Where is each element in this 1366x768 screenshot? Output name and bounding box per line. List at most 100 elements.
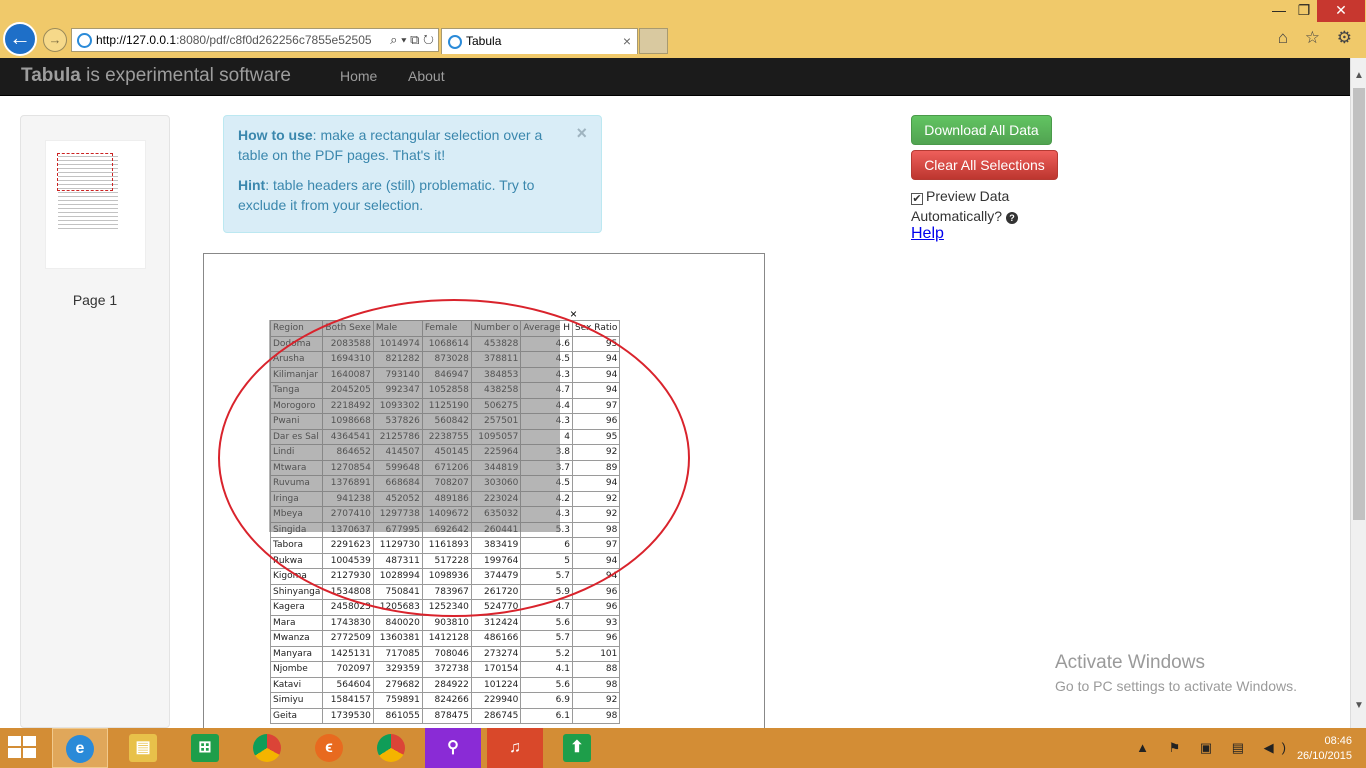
back-arrow-icon[interactable]: ← — [3, 22, 37, 56]
table-cell: 1014974 — [372, 335, 423, 352]
restore-button[interactable]: ❐ — [1292, 0, 1316, 22]
tab-close-icon[interactable]: × — [623, 29, 631, 54]
table-cell: Singida — [269, 521, 324, 538]
table-cell: 2772509 — [322, 630, 374, 647]
table-cell: 5.3 — [520, 521, 573, 538]
table-cell: 992347 — [372, 382, 423, 399]
clock[interactable]: 08:46 26/10/2015 — [1297, 734, 1352, 764]
table-row: Lindi 864652 414507 450145 225964 3.8 92 — [269, 444, 621, 461]
table-cell: 261720 — [470, 583, 522, 600]
address-bar[interactable]: http://127.0.0.1:8080/pdf/c8f0d262256c78… — [71, 28, 439, 52]
table-row: Shinyanga 1534808 750841 783967 261720 5.9 96 — [269, 583, 621, 600]
table-cell: 378811 — [470, 351, 522, 368]
table-row: Singida 1370637 677995 692642 260441 5.3 98 — [269, 521, 621, 538]
pdf-page[interactable]: Region Both Sexe Male Female Number o Average… — [203, 253, 765, 733]
nav-home-link[interactable]: Home — [340, 68, 377, 84]
preview-data-option[interactable]: ✔ Preview Data Automatically?? — [911, 186, 1031, 226]
tab-tabula[interactable]: Tabula × — [441, 28, 638, 54]
table-cell: 1743830 — [322, 614, 374, 631]
table-cell: Katavi — [269, 676, 324, 693]
chrome-icon-2[interactable] — [363, 728, 419, 768]
watermark-title: Activate Windows — [1055, 652, 1205, 673]
selection-close-icon[interactable]: × — [570, 307, 577, 321]
clear-all-selections-button[interactable]: Clear All Selections — [911, 150, 1058, 180]
table-cell: 372738 — [421, 661, 472, 678]
system-tray[interactable]: ▲ ⚑ ▣ ▤ ◀) — [1136, 740, 1294, 756]
table-cell: 5.9 — [520, 583, 573, 600]
table-row: Tanga 2045205 992347 1052858 438258 4.7 94 — [269, 382, 621, 399]
table-cell: 1297738 — [372, 506, 423, 523]
table-cell: Geita — [269, 707, 324, 724]
table-cell: 414507 — [372, 444, 423, 461]
firefox-icon[interactable]: ϵ — [301, 728, 357, 768]
table-cell: 486166 — [470, 630, 522, 647]
table-cell: 750841 — [372, 583, 423, 600]
scroll-thumb[interactable] — [1353, 88, 1365, 520]
table-cell: 1584157 — [322, 692, 374, 709]
table-cell: 92 — [571, 506, 621, 523]
table-cell: Tabora — [269, 537, 324, 554]
scroll-up-icon[interactable]: ▲ — [1351, 68, 1366, 84]
store-icon[interactable]: ⊞ — [177, 728, 233, 768]
table-cell: 2127930 — [322, 568, 374, 585]
new-tab-button[interactable] — [639, 28, 668, 54]
table-cell: 2458023 — [322, 599, 374, 616]
scroll-down-icon[interactable]: ▼ — [1351, 698, 1366, 714]
forward-arrow-icon[interactable]: → — [43, 28, 67, 52]
close-window-button[interactable]: ✕ — [1317, 0, 1365, 22]
home-favorites-tools-icons[interactable]: ⌂ ☆ ⚙ — [1278, 28, 1358, 48]
table-cell: 199764 — [470, 552, 522, 569]
table-cell: 702097 — [322, 661, 374, 678]
help-link[interactable]: Help — [911, 225, 944, 243]
table-cell: 1129730 — [372, 537, 423, 554]
table-row: Mara 1743830 840020 903810 312424 5.6 93 — [269, 614, 621, 631]
nav-about-link[interactable]: About — [408, 68, 445, 84]
preview-checkbox[interactable]: ✔ — [911, 193, 923, 205]
table-cell: 5.6 — [520, 676, 573, 693]
table-row: Kagera 2458023 1205683 1252340 524770 4.7 96 — [269, 599, 621, 616]
table-cell: 941238 — [322, 490, 374, 507]
address-tools[interactable]: ⌕ ▾ ⧉ ↻ — [386, 29, 434, 51]
table-cell: Kagera — [269, 599, 324, 616]
page-thumbnail[interactable] — [45, 140, 146, 269]
alert-close-icon[interactable]: × — [576, 123, 587, 143]
search-app-icon[interactable]: ⚲ — [425, 728, 481, 768]
table-cell: 903810 — [421, 614, 472, 631]
acrobat-icon[interactable]: ⬆ — [549, 728, 605, 768]
windows-start-icon[interactable] — [8, 736, 38, 760]
table-cell: 4 — [520, 428, 573, 445]
table-cell: 279682 — [372, 676, 423, 693]
table-row: Tabora 2291623 1129730 1161893 383419 6 97 — [269, 537, 621, 554]
table-cell: 94 — [571, 382, 621, 399]
music-app-icon[interactable]: ♫ — [487, 728, 543, 768]
table-cell: 101 — [571, 645, 621, 662]
table-cell: 1534808 — [322, 583, 374, 600]
info-alert: How to use: make a rectangular selection… — [223, 115, 602, 233]
file-explorer-icon[interactable]: ▤ — [115, 728, 171, 768]
minimize-button[interactable]: — — [1267, 0, 1291, 22]
table-row: Mwanza 2772509 1360381 1412128 486166 5.7 96 — [269, 630, 621, 647]
table-cell: Ruvuma — [269, 475, 324, 492]
internet-explorer-icon[interactable]: e — [52, 728, 108, 768]
chrome-icon[interactable] — [239, 728, 295, 768]
question-icon[interactable]: ? — [1006, 212, 1019, 224]
table-cell: 717085 — [372, 645, 423, 662]
table-cell: 92 — [571, 444, 621, 461]
brand[interactable]: Tabula is experimental software — [21, 65, 291, 87]
table-cell: 4364541 — [322, 428, 374, 445]
table-cell: 489186 — [421, 490, 472, 507]
download-all-button[interactable]: Download All Data — [911, 115, 1052, 145]
table-cell: 96 — [571, 630, 621, 647]
table-cell: 2238755 — [421, 428, 472, 445]
url-text: http://127.0.0.1:8080/pdf/c8f0d262256c78… — [96, 33, 372, 47]
table-cell: 1052858 — [421, 382, 472, 399]
table-header-cell: Region — [269, 320, 324, 337]
table-cell: Mwanza — [269, 630, 324, 647]
table-header-cell: Female — [421, 320, 472, 337]
tab-title: Tabula — [466, 34, 502, 48]
table-cell: 6 — [520, 537, 573, 554]
clock-time: 08:46 — [1324, 735, 1352, 747]
table-cell: 383419 — [470, 537, 522, 554]
vertical-scrollbar[interactable]: ▲ ▼ — [1350, 58, 1366, 728]
how-to-use-text: How to use: make a rectangular selection… — [238, 127, 543, 163]
